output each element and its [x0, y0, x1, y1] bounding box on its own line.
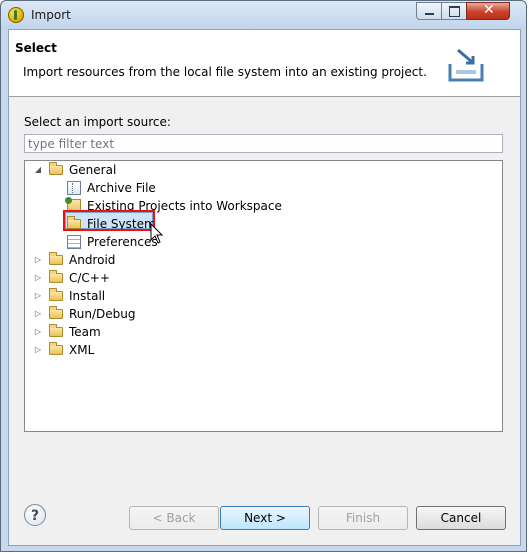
next-button[interactable]: Next >	[220, 506, 310, 530]
tree-node-run-debug[interactable]: ▷ Run/Debug	[29, 305, 229, 323]
folder-icon	[49, 306, 63, 319]
archive-file-icon	[67, 181, 81, 195]
expand-arrow-icon[interactable]: ▷	[33, 323, 43, 341]
maximize-button[interactable]	[441, 2, 467, 20]
window-title: Import	[31, 8, 71, 22]
folder-icon	[49, 162, 63, 175]
title-bar[interactable]: Import ✕	[1, 1, 526, 29]
expand-arrow-icon[interactable]: ▷	[33, 305, 43, 323]
mouse-cursor-icon	[150, 223, 164, 244]
cancel-button[interactable]: Cancel	[416, 506, 506, 530]
tree-node-label: Android	[69, 253, 116, 267]
help-icon: ?	[30, 508, 40, 524]
tree-node-label: XML	[69, 343, 95, 357]
import-dialog: Import ✕ Select Import resources from th…	[0, 0, 527, 552]
expand-arrow-icon[interactable]: ▷	[33, 269, 43, 287]
tree-node-label: Archive File	[87, 181, 156, 195]
page-title: Select	[15, 41, 57, 55]
tree-node-xml[interactable]: ▷ XML	[29, 341, 229, 359]
folder-icon	[49, 270, 63, 283]
tree-node-install[interactable]: ▷ Install	[29, 287, 229, 305]
import-source-tree[interactable]: ◢ General Archive File Existing Projects…	[24, 160, 503, 432]
collapse-arrow-icon[interactable]: ◢	[33, 161, 43, 179]
page-description: Import resources from the local file sys…	[23, 65, 427, 79]
tree-node-android[interactable]: ▷ Android	[29, 251, 229, 269]
folder-icon	[49, 324, 63, 337]
expand-arrow-icon[interactable]: ▷	[33, 341, 43, 359]
selection-highlight-box	[63, 210, 155, 231]
tree-node-label: Preferences	[87, 235, 158, 249]
folder-icon	[49, 252, 63, 265]
tree-node-label: Install	[69, 289, 106, 303]
back-button[interactable]: < Back	[129, 506, 219, 530]
import-icon	[448, 48, 484, 82]
tree-node-label: Team	[69, 325, 101, 339]
close-button[interactable]: ✕	[466, 2, 510, 20]
app-icon	[8, 7, 24, 23]
folder-icon	[49, 342, 63, 355]
tree-node-preferences[interactable]: Preferences	[65, 233, 265, 251]
preferences-icon	[67, 235, 81, 249]
maximize-icon	[449, 6, 460, 17]
expand-arrow-icon[interactable]: ▷	[33, 251, 43, 269]
folder-icon	[49, 288, 63, 301]
tree-node-team[interactable]: ▷ Team	[29, 323, 229, 341]
tree-node-general[interactable]: ◢ General	[29, 161, 229, 179]
tree-node-label: General	[69, 163, 117, 177]
minimize-button[interactable]	[416, 2, 442, 20]
header-banner: Select Import resources from the local f…	[9, 30, 520, 97]
dialog-body: Select Import resources from the local f…	[8, 29, 521, 546]
import-source-label: Select an import source:	[24, 115, 171, 129]
filter-input[interactable]	[24, 134, 503, 153]
finish-button[interactable]: Finish	[318, 506, 408, 530]
tree-node-label: Run/Debug	[69, 307, 136, 321]
close-icon: ✕	[483, 2, 495, 18]
tree-node-label: C/C++	[69, 271, 110, 285]
tree-node-cpp[interactable]: ▷ C/C++	[29, 269, 229, 287]
minimize-icon	[425, 13, 434, 15]
expand-arrow-icon[interactable]: ▷	[33, 287, 43, 305]
tree-node-archive-file[interactable]: Archive File	[65, 179, 265, 197]
help-button[interactable]: ?	[24, 504, 46, 526]
